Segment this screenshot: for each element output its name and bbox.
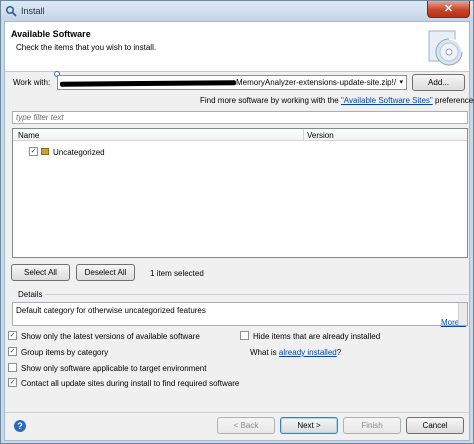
tree-header: Name Version <box>13 129 467 141</box>
window-title: Install <box>21 6 45 16</box>
details-scrollbar[interactable] <box>458 303 467 325</box>
target-environment-checkbox[interactable] <box>8 363 17 372</box>
filter-input[interactable]: type filter text <box>12 111 468 124</box>
page-title: Available Software <box>11 29 91 39</box>
details-panel: Default category for otherwise uncategor… <box>12 302 468 327</box>
already-installed-text: What is already installed? <box>250 348 341 357</box>
column-divider[interactable] <box>303 129 304 141</box>
select-all-label: Select All <box>24 268 57 277</box>
cancel-button-label: Cancel <box>422 421 448 430</box>
search-icon <box>5 5 17 17</box>
available-software-sites-link[interactable]: "Available Software Sites" <box>341 96 433 105</box>
latest-versions-checkbox[interactable]: ✓ <box>8 331 17 340</box>
hide-installed-label: Hide items that are already installed <box>253 332 381 341</box>
page-subtitle: Check the items that you wish to install… <box>16 43 157 52</box>
tree-row-uncategorized[interactable]: ✓ Uncategorized <box>13 146 467 158</box>
install-cd-icon <box>428 30 463 66</box>
find-more-text: Find more software by working with the "… <box>200 96 474 105</box>
target-environment-label: Show only software applicable to target … <box>21 364 207 373</box>
work-with-combo[interactable]: MemoryAnalyzer-extensions-update-site.zi… <box>57 75 407 90</box>
hide-installed-checkbox[interactable] <box>240 331 249 340</box>
column-version[interactable]: Version <box>307 131 334 140</box>
add-button[interactable]: Add... <box>412 74 465 91</box>
finish-button[interactable]: Finish <box>343 417 401 434</box>
next-button-label: Next > <box>297 421 321 430</box>
title-bar[interactable]: Install ✕ <box>1 1 473 21</box>
cancel-button[interactable]: Cancel <box>406 417 464 434</box>
close-icon: ✕ <box>443 3 454 15</box>
find-more-suffix: preferences. <box>434 96 474 105</box>
deselect-all-button[interactable]: Deselect All <box>76 264 135 281</box>
uncategorized-checkbox[interactable]: ✓ <box>29 147 38 156</box>
finish-button-label: Finish <box>361 421 383 430</box>
find-more-prefix: Find more software by working with the <box>200 96 341 105</box>
column-name[interactable]: Name <box>18 131 39 140</box>
chevron-down-icon[interactable]: ▾ <box>399 78 403 86</box>
redacted-text <box>59 80 237 87</box>
work-with-value: MemoryAnalyzer-extensions-update-site.zi… <box>236 78 397 87</box>
details-divider <box>45 294 468 295</box>
close-button[interactable]: ✕ <box>427 1 470 18</box>
already-installed-link[interactable]: already installed <box>279 348 337 357</box>
details-text: Default category for otherwise uncategor… <box>16 306 206 315</box>
details-heading: Details <box>18 290 43 299</box>
what-is-prefix: What is <box>250 348 279 357</box>
what-is-suffix: ? <box>336 348 342 357</box>
header-banner: Available Software Check the items that … <box>5 22 469 72</box>
add-button-label: Add... <box>428 78 449 87</box>
filter-placeholder: type filter text <box>16 113 64 122</box>
contact-sites-label: Contact all update sites during install … <box>21 379 240 388</box>
back-button[interactable]: < Back <box>217 417 275 434</box>
category-icon <box>41 148 49 155</box>
footer-divider <box>5 412 469 413</box>
install-window: Install ✕ Available Software Check the i… <box>0 0 474 444</box>
contact-sites-checkbox[interactable]: ✓ <box>8 378 17 387</box>
group-by-category-checkbox[interactable]: ✓ <box>8 347 17 356</box>
latest-versions-label: Show only the latest versions of availab… <box>21 332 200 341</box>
work-with-label: Work with: <box>13 78 51 87</box>
dialog-client: Available Software Check the items that … <box>4 21 474 441</box>
next-button[interactable]: Next > <box>280 417 338 434</box>
back-button-label: < Back <box>233 421 259 430</box>
tree-row-label: Uncategorized <box>53 148 105 157</box>
help-icon[interactable]: ? <box>14 420 26 432</box>
selection-count: 1 item selected <box>150 269 204 278</box>
deselect-all-label: Deselect All <box>84 268 127 277</box>
group-by-category-label: Group items by category <box>21 348 109 357</box>
software-tree[interactable]: Name Version ✓ Uncategorized <box>12 128 468 258</box>
select-all-button[interactable]: Select All <box>11 264 70 281</box>
